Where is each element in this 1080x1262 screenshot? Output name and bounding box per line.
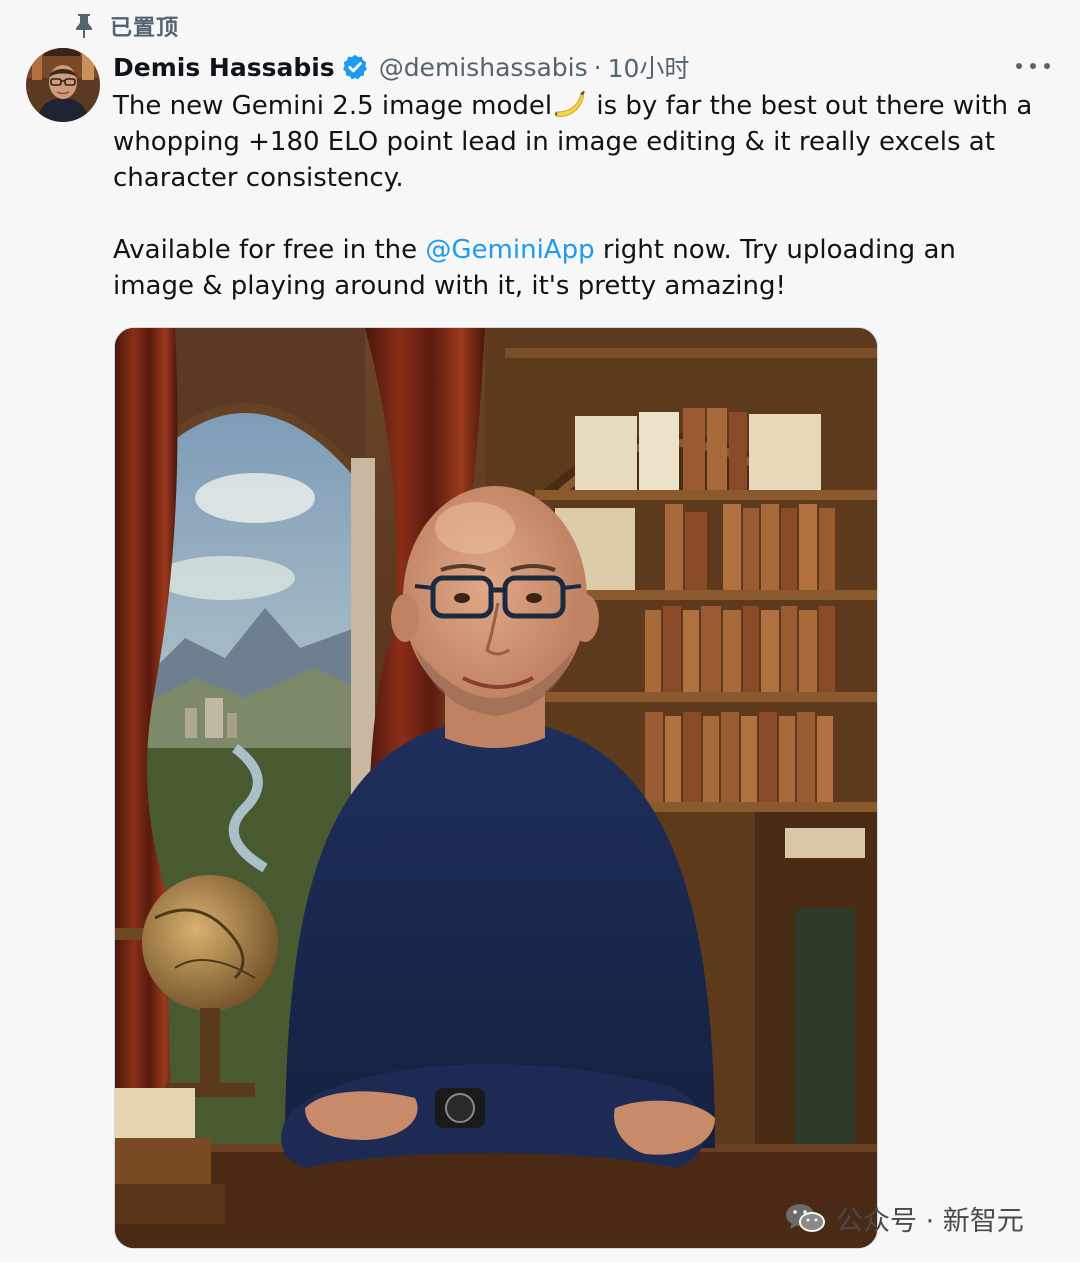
tweet-paragraph-2: Available for free in the @GeminiApp rig… [113, 232, 1043, 304]
tweet-timestamp[interactable]: 10小时 [608, 49, 690, 85]
watermark: 公众号 · 新智元 [784, 1198, 1024, 1238]
pinned-indicator: 已置顶 [74, 10, 179, 42]
author-handle[interactable]: @demishassabis [379, 53, 588, 82]
watermark-text: 公众号 · 新智元 [836, 1205, 1024, 1237]
tweet-paragraph-1: The new Gemini 2.5 image model is by far… [113, 88, 1043, 196]
tweet-media-image[interactable] [114, 327, 878, 1249]
author-name[interactable]: Demis Hassabis [113, 53, 335, 82]
verified-badge-icon[interactable] [341, 53, 369, 81]
pin-icon [76, 14, 92, 38]
tweet-text-segment: Available for free in the [113, 235, 426, 265]
tweet-text-segment: The new Gemini 2.5 image model [113, 91, 553, 121]
avatar[interactable] [26, 48, 100, 122]
more-horizontal-icon [1016, 63, 1022, 69]
more-options-button[interactable] [1016, 54, 1050, 78]
tweet-text: The new Gemini 2.5 image model is by far… [113, 88, 1043, 304]
mention-link[interactable]: @GeminiApp [425, 235, 594, 265]
pinned-label: 已置顶 [110, 16, 180, 41]
banana-emoji [554, 91, 586, 117]
tweet-header: Demis Hassabis @demishassabis · 10小时 [113, 48, 689, 86]
separator-dot: · [593, 52, 602, 82]
wechat-icon [786, 1204, 825, 1232]
